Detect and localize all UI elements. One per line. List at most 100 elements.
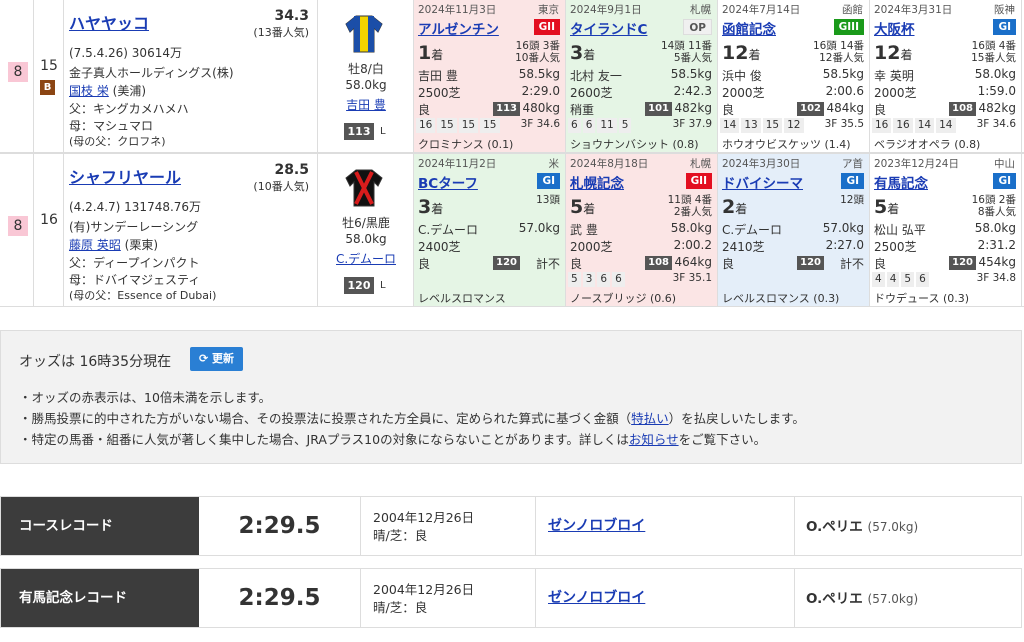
race-name-link[interactable]: 札幌記念	[570, 172, 624, 192]
race-weight: 58.5kg	[670, 67, 712, 81]
silk-icon	[345, 169, 383, 207]
race-weight: 58.0kg	[974, 221, 1016, 235]
position-unit: 着	[583, 48, 596, 62]
record-horse-link[interactable]: ゼンノロブロイ	[548, 587, 645, 607]
corner-position: 14	[936, 118, 956, 133]
race-jockey: C.デムーロ	[722, 223, 782, 237]
record-jockey: O.ペリエ (57.0kg)	[806, 519, 919, 535]
jockey-link[interactable]: 吉田 豊	[346, 98, 386, 112]
course-record-row: コースレコード 2:29.5 2004年12月26日 晴/芝：良 ゼンノロブロイ …	[0, 496, 1022, 556]
finish-position: 5着	[874, 196, 900, 218]
race-jockey-row: 松山 弘平 58.0kg	[874, 221, 1016, 238]
field-info: 14頭 11番 5番人気	[660, 40, 712, 64]
race-cond-row: 良 113 480kg	[418, 101, 560, 118]
race-name-link[interactable]: BCターフ	[418, 172, 478, 192]
record-horse-link[interactable]: ゼンノロブロイ	[548, 515, 645, 535]
field-info: 13頭	[536, 194, 560, 206]
sire: 父：ディープインパクト	[69, 256, 200, 270]
grade-badge: OP	[683, 19, 712, 35]
refresh-button[interactable]: ⟳ 更新	[190, 347, 243, 371]
damsire: (母の父：クロフネ)	[69, 135, 166, 148]
position-unit: 着	[583, 202, 596, 216]
past-race: 2024年9月1日 札幌 タイランドC OP 3着 14頭 11番 5番人気 北村 友一 58…	[566, 0, 718, 152]
race-weight: 57.0kg	[822, 221, 864, 235]
race-dist-row: 2400芝	[418, 238, 560, 255]
finish-position: 3着	[418, 196, 444, 218]
sire: 父：キングカメハメハ	[69, 102, 189, 116]
race-jockey: 幸 英明	[874, 69, 914, 83]
corner-position: 15	[762, 118, 783, 133]
track-condition: 良	[418, 103, 431, 117]
race-name-link[interactable]: 有馬記念	[874, 172, 928, 192]
finish-position: 2着	[722, 196, 748, 218]
race-cond-row: 良 108 464kg	[570, 255, 712, 272]
race-jockey: 武 豊	[570, 223, 598, 237]
record-prize: (4.2.4.7) 131748.76万	[69, 200, 202, 214]
race-cond-row: 良 102 484kg	[722, 101, 864, 118]
race-weight: 58.0kg	[974, 67, 1016, 81]
race-name-link[interactable]: 函館記念	[722, 18, 776, 38]
trainer-link[interactable]: 藤原 英昭	[69, 238, 121, 252]
rating-badge: 120	[344, 277, 374, 294]
corner-position: 6	[916, 272, 929, 287]
past-race: 2024年7月14日 函館 函館記念 GIII 12着 16頭 14番 12番人気 浜中 俊…	[718, 0, 870, 152]
corner-positions: 16 15 15 15	[416, 117, 502, 134]
corner-positions: 14 13 15 12	[720, 117, 806, 134]
field-info: 16頭 4番 15番人気	[971, 40, 1016, 64]
horse-name-link[interactable]: シャフリヤール	[69, 164, 181, 188]
past-race: 2024年8月18日 札幌 札幌記念 GII 5着 11頭 4番 2番人気武 豊 58.0k…	[566, 154, 718, 306]
umaban: 16	[40, 212, 58, 228]
race-weight: 58.5kg	[822, 67, 864, 81]
finish-position: 12着	[874, 42, 913, 64]
race-rating: 102	[797, 102, 824, 116]
jockey-name: 吉田 豊	[318, 96, 414, 113]
race-name-link[interactable]: タイランドC	[570, 18, 647, 38]
grade-badge: GII	[685, 173, 712, 189]
race-rating: 120	[949, 256, 976, 270]
record-date: 2004年12月26日 晴/芝：良	[373, 582, 475, 615]
tokubarai-link[interactable]: 特払い	[631, 411, 669, 426]
race-place: 米	[548, 158, 560, 170]
race-distance: 2410芝	[722, 240, 765, 254]
notice-link[interactable]: お知らせ	[629, 432, 679, 447]
race-rating: 101	[645, 102, 672, 116]
last-3f: 3F 37.9	[672, 118, 712, 130]
trainer-link[interactable]: 国枝 栄	[69, 84, 109, 98]
race-time: 1:59.0	[977, 84, 1016, 98]
horse-row: 8 16 シャフリヤール 28.5 (10番人気) (4.2.4.7) 131748.76…	[0, 153, 1024, 307]
field-info: 16頭 14番 12番人気	[812, 40, 864, 64]
horse-name-link[interactable]: ハヤヤッコ	[69, 10, 149, 34]
race-place: 阪神	[994, 4, 1015, 16]
winner-name: クロミナンス (0.1)	[418, 138, 514, 151]
refresh-icon: ⟳	[198, 352, 209, 365]
owner: (有)サンデーレーシング	[69, 220, 199, 234]
last-3f: 3F 34.6	[976, 118, 1016, 130]
jockey-link[interactable]: C.デムーロ	[336, 252, 396, 266]
track-condition: 稍重	[570, 103, 595, 117]
corner-position: 4	[886, 272, 900, 287]
corner-position: 6	[582, 118, 596, 133]
corner-position: 3	[582, 272, 596, 287]
race-name-link[interactable]: 大阪杯	[874, 18, 915, 38]
corner-position: 6	[612, 272, 625, 287]
race-time: 2:00.6	[825, 84, 864, 98]
corner-position: 6	[568, 118, 581, 133]
record-date: 2004年12月26日 晴/芝：良	[373, 510, 475, 543]
popularity: (13番人気)	[253, 26, 309, 39]
race-name-link[interactable]: ドバイシーマ	[722, 172, 803, 192]
position-unit: 着	[900, 48, 913, 62]
corner-position: 4	[872, 272, 885, 287]
race-dist-row: 2500芝 2:31.2	[874, 238, 1016, 255]
corner-position: 5	[901, 272, 915, 287]
race-place: 函館	[842, 4, 863, 16]
corner-position: 16	[416, 118, 436, 133]
trainer-location: (栗東)	[120, 238, 159, 252]
silk-icon	[345, 15, 383, 53]
jockey-cell: 牡6/黒鹿 58.0kg C.デムーロ 120 L	[318, 154, 414, 306]
odds-value: 34.3	[274, 8, 309, 24]
odds-note-3: ・特定の馬番・組番に人気が著しく集中した場合、JRAプラス10の対象にならないこ…	[19, 432, 767, 447]
race-jockey-row: 浜中 俊 58.5kg	[722, 67, 864, 84]
race-name-link[interactable]: アルゼンチン	[418, 18, 499, 38]
trainer: 藤原 英昭 (栗東)	[69, 236, 158, 253]
rating-unit: L	[380, 280, 386, 291]
